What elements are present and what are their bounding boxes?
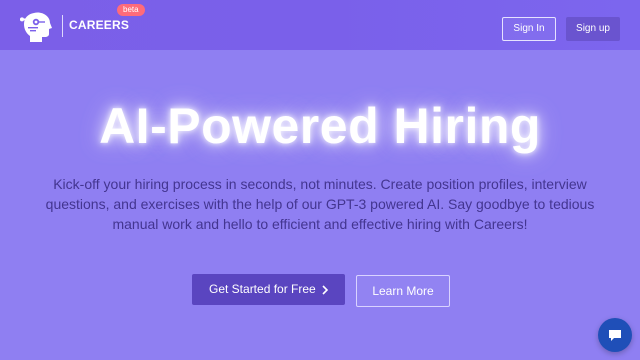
- chat-bubble-icon: [609, 330, 621, 341]
- chat-button[interactable]: [598, 318, 632, 352]
- learn-more-button[interactable]: Learn More: [356, 275, 450, 307]
- brand-divider: [62, 15, 63, 37]
- get-started-button[interactable]: Get Started for Free: [192, 274, 345, 305]
- top-navbar: CAREERS beta Sign In Sign up: [0, 0, 640, 50]
- brand-name[interactable]: CAREERS: [69, 18, 129, 32]
- hero-subtitle: Kick-off your hiring process in seconds,…: [45, 176, 595, 232]
- sign-in-button[interactable]: Sign In: [502, 17, 556, 41]
- beta-badge: beta: [117, 4, 145, 16]
- get-started-label: Get Started for Free: [209, 282, 316, 296]
- chevron-right-icon: [321, 274, 329, 305]
- sign-up-button[interactable]: Sign up: [566, 17, 620, 41]
- hero-title: AI-Powered Hiring: [99, 98, 541, 154]
- ai-head-logo-icon[interactable]: [20, 9, 56, 43]
